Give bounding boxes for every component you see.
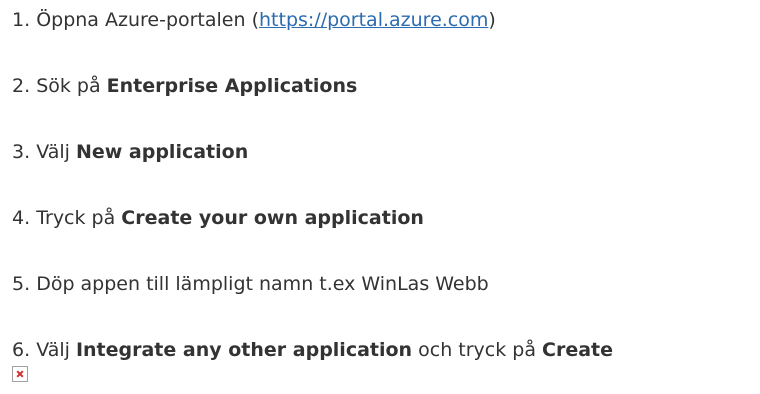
step-text: Välj [36, 141, 76, 163]
step-number: 1. [12, 9, 31, 31]
step-text: Välj [36, 339, 76, 361]
azure-portal-link[interactable]: https://portal.azure.com [259, 9, 488, 31]
step-3: 3. Välj New application [12, 140, 248, 164]
broken-image-icon [12, 366, 28, 382]
step-1: 1. Öppna Azure-portalen (https://portal.… [12, 8, 496, 32]
step-bold-text: Create your own application [121, 207, 424, 229]
step-bold-text: Integrate any other application [75, 339, 413, 361]
step-number: 3. [12, 141, 31, 163]
step-text-suffix: ) [488, 9, 496, 31]
step-bold-text: New application [75, 141, 249, 163]
step-5: 5. Döp appen till lämpligt namn t.ex Win… [12, 272, 489, 296]
step-4: 4. Tryck på Create your own application [12, 206, 424, 230]
step-2: 2. Sök på Enterprise Applications [12, 74, 357, 98]
step-text: Tryck på [36, 207, 122, 229]
step-text: Sök på [36, 75, 107, 97]
step-text: Öppna Azure-portalen ( [36, 9, 259, 31]
step-number: 6. [12, 339, 31, 361]
step-6: 6. Välj Integrate any other application … [12, 338, 613, 362]
step-bold-text-2: Create [542, 339, 614, 361]
step-text-middle: och tryck på [412, 339, 543, 361]
step-bold-text: Enterprise Applications [106, 75, 358, 97]
step-text: Döp appen till lämpligt namn t.ex WinLas… [36, 273, 489, 295]
step-number: 2. [12, 75, 31, 97]
step-number: 5. [12, 273, 31, 295]
step-number: 4. [12, 207, 31, 229]
